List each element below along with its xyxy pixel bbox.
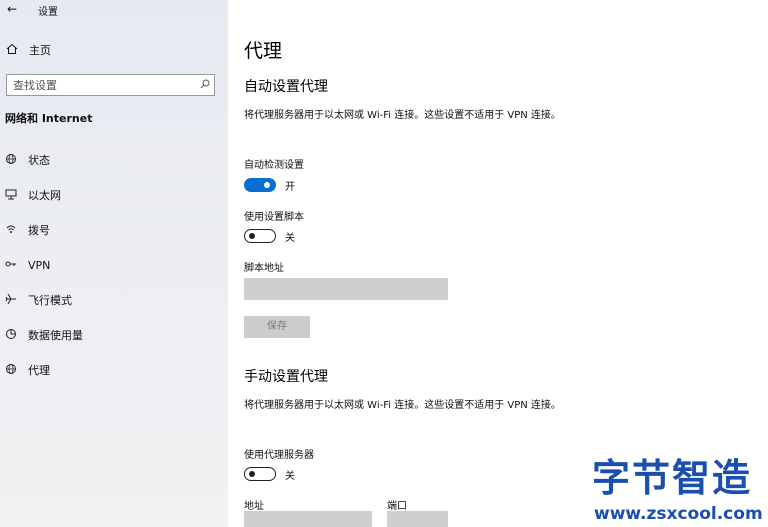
save-button[interactable]: 保存 [244, 316, 310, 338]
proxy-port-input[interactable] [387, 511, 448, 527]
sidebar-item-label: 数据使用量 [28, 329, 83, 342]
proxy-address-input[interactable] [244, 511, 372, 527]
setup-script-state: 关 [285, 233, 295, 244]
main-content: 代理 自动设置代理 将代理服务器用于以太网或 Wi-Fi 连接。这些设置不适用于… [228, 0, 768, 527]
script-address-label: 脚本地址 [244, 263, 284, 274]
proxy-address-label: 地址 [244, 501, 264, 512]
vpn-icon [4, 258, 18, 273]
script-address-input[interactable] [244, 278, 448, 300]
status-globe-icon [4, 153, 18, 168]
sidebar-item-airplane-mode[interactable]: 飞行模式 [0, 287, 228, 313]
watermark-domain: www.zsxcool.com [594, 504, 763, 524]
sidebar-item-label: 拨号 [28, 224, 50, 237]
proxy-globe-icon [4, 363, 18, 378]
sidebar-item-label: 飞行模式 [28, 294, 72, 307]
arrow-left-icon: ← [6, 2, 18, 16]
sidebar-item-label: 状态 [28, 154, 50, 167]
sidebar-item-label: 代理 [28, 364, 50, 377]
manual-proxy-heading: 手动设置代理 [244, 369, 328, 385]
toggle-knob [249, 232, 255, 239]
page-title: 代理 [244, 40, 283, 62]
proxy-port-label: 端口 [387, 501, 407, 512]
auto-detect-label: 自动检测设置 [244, 160, 304, 171]
sidebar-item-dialup[interactable]: 拨号 [0, 217, 228, 243]
auto-detect-toggle[interactable] [244, 178, 276, 192]
dialup-icon [4, 223, 18, 238]
sidebar-item-vpn[interactable]: VPN [0, 252, 228, 278]
auto-proxy-heading: 自动设置代理 [244, 79, 328, 95]
setup-script-toggle[interactable] [244, 229, 276, 243]
airplane-icon [4, 293, 18, 308]
home-label: 主页 [29, 44, 51, 57]
search-icon [196, 79, 214, 92]
sidebar-item-data-usage[interactable]: 数据使用量 [0, 322, 228, 348]
auto-detect-state: 开 [285, 182, 295, 193]
sidebar-item-proxy[interactable]: 代理 [0, 357, 228, 383]
watermark-logo: 字节智造 www.zsxcool.com [592, 458, 768, 527]
toggle-knob [249, 470, 255, 477]
title-bar: ← 设置 [0, 0, 228, 20]
home-nav-item[interactable]: 主页 [0, 38, 228, 62]
data-usage-icon [4, 328, 18, 343]
watermark-logo-text: 字节智造 [592, 456, 753, 500]
toggle-knob [264, 182, 270, 188]
manual-proxy-description: 将代理服务器用于以太网或 Wi-Fi 连接。这些设置不适用于 VPN 连接。 [244, 400, 561, 411]
use-proxy-label: 使用代理服务器 [244, 450, 314, 461]
use-proxy-state: 关 [285, 471, 295, 482]
app-title: 设置 [38, 7, 58, 18]
ethernet-icon [4, 188, 18, 203]
sidebar-item-status[interactable]: 状态 [0, 147, 228, 173]
setup-script-label: 使用设置脚本 [244, 212, 304, 223]
search-box[interactable] [6, 74, 215, 96]
sidebar-item-label: VPN [28, 258, 51, 272]
auto-proxy-description: 将代理服务器用于以太网或 Wi-Fi 连接。这些设置不适用于 VPN 连接。 [244, 110, 561, 121]
home-icon [5, 43, 19, 58]
search-input[interactable] [7, 78, 196, 92]
use-proxy-toggle[interactable] [244, 467, 276, 481]
sidebar-item-ethernet[interactable]: 以太网 [0, 182, 228, 208]
sidebar: ← 设置 主页 网络和 Internet 状态 以太网 拨号 [0, 0, 228, 527]
section-title: 网络和 Internet [5, 112, 93, 125]
back-button[interactable]: ← [4, 1, 20, 17]
sidebar-item-label: 以太网 [28, 189, 61, 202]
